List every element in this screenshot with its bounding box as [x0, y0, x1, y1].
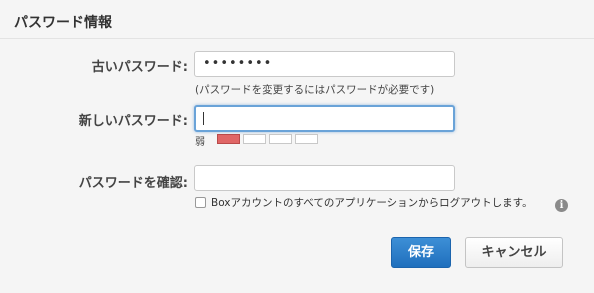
- confirm-password-field[interactable]: [194, 165, 455, 191]
- section-title: パスワード情報: [14, 15, 112, 31]
- old-password-label: 古いパスワード:: [91, 60, 188, 75]
- section-header: パスワード情報: [0, 0, 594, 39]
- new-password-label: 新しいパスワード:: [78, 114, 188, 129]
- password-strength-segment: [295, 134, 318, 144]
- password-strength-segment: [217, 134, 240, 144]
- info-icon[interactable]: i: [555, 199, 568, 212]
- logout-all-apps-label[interactable]: Boxアカウントのすべてのアプリケーションからログアウトします。: [211, 195, 533, 210]
- password-strength-segment: [269, 134, 292, 144]
- confirm-password-label: パスワードを確認:: [78, 176, 188, 191]
- cancel-button[interactable]: キャンセル: [465, 237, 563, 268]
- password-strength-segment: [243, 134, 266, 144]
- new-password-field[interactable]: [194, 105, 455, 132]
- old-password-hint: (パスワードを変更するにはパスワードが必要です): [195, 84, 435, 96]
- save-button[interactable]: 保存: [391, 237, 451, 268]
- text-caret: [203, 112, 204, 125]
- old-password-value: ••••••••: [203, 56, 273, 71]
- logout-all-apps-checkbox[interactable]: [195, 197, 206, 208]
- old-password-field[interactable]: ••••••••: [194, 51, 455, 77]
- password-strength-label: 弱: [195, 137, 205, 148]
